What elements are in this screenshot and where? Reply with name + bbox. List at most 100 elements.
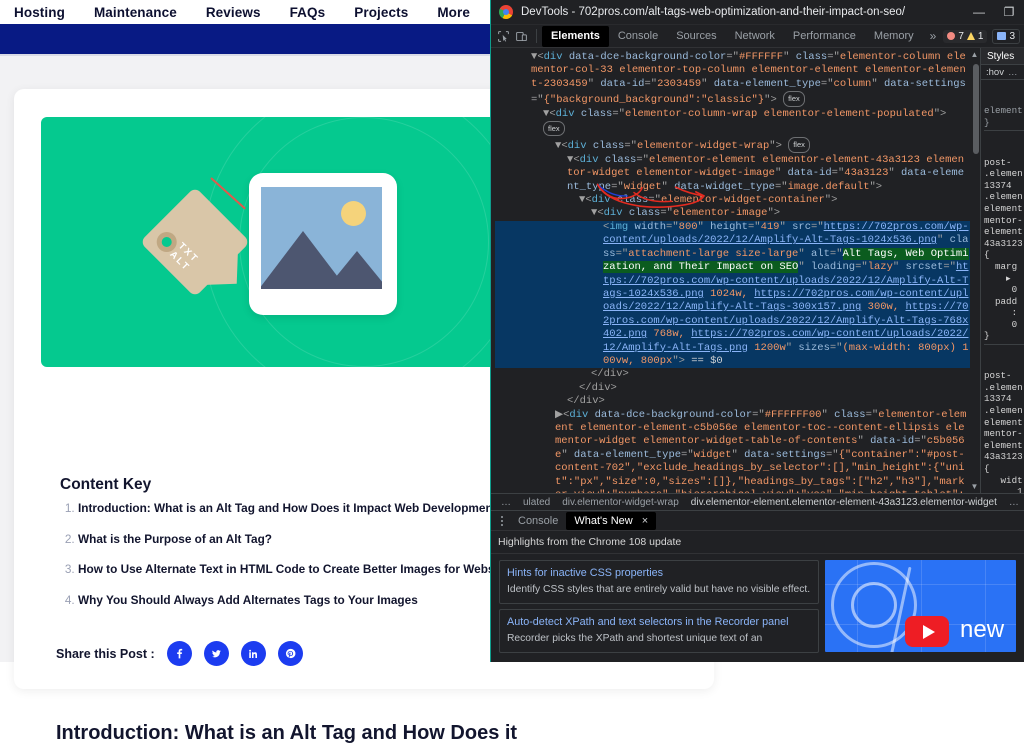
dom-tree-code[interactable]: ▼<div data-dce-background-color="#FFFFFF…: [491, 48, 980, 493]
code-token: attachment-large size-large: [628, 248, 798, 260]
dom-scrollbar[interactable]: ▲ ▼: [973, 50, 979, 491]
whats-new-card[interactable]: Auto-detect XPath and text selectors in …: [499, 609, 819, 653]
code-token: == $0: [685, 355, 723, 367]
whats-new-card[interactable]: Hints for inactive CSS properties Identi…: [499, 560, 819, 604]
code-token: ">: [825, 194, 838, 206]
dom-line[interactable]: ▼<div data-dce-background-color="#FFFFFF…: [495, 51, 970, 108]
youtube-play-icon[interactable]: [905, 616, 949, 647]
dom-line[interactable]: ▼<div class="elementor-widget-wrap"> fle…: [495, 137, 970, 153]
mountain-shape-small: [326, 251, 382, 289]
nav-item-5[interactable]: More: [437, 5, 470, 20]
breadcrumb-item[interactable]: div.elementor-widget-wrap: [556, 497, 685, 508]
maximize-button[interactable]: ❐: [994, 0, 1024, 25]
code-token: ">: [672, 355, 685, 367]
dom-tree-pane[interactable]: ▼<div data-dce-background-color="#FFFFFF…: [491, 48, 980, 493]
dom-line[interactable]: ▼<div class="elementor-widget-container"…: [495, 194, 970, 207]
code-token: data-widget_type: [668, 181, 775, 193]
code-token: 1024w,: [704, 288, 754, 300]
drawer-tab-whats-new[interactable]: What's New ×: [566, 512, 656, 530]
tab-elements[interactable]: Elements: [542, 26, 609, 47]
code-token: div: [556, 108, 575, 120]
nav-item-2[interactable]: Reviews: [206, 5, 261, 20]
linkedin-icon[interactable]: [241, 641, 266, 666]
flex-badge[interactable]: flex: [783, 91, 805, 106]
styles-pane[interactable]: Styles :hov … element.style { } post- .e…: [980, 48, 1024, 493]
code-token: widget: [694, 449, 732, 461]
twitter-icon[interactable]: [204, 641, 229, 666]
pinterest-icon[interactable]: [278, 641, 303, 666]
code-token: =": [748, 221, 761, 233]
code-token: 300w,: [861, 301, 905, 313]
error-counter[interactable]: 7 1: [943, 30, 987, 43]
styles-filter-bar: :hov …: [981, 65, 1024, 80]
whats-new-thumbnail[interactable]: new: [825, 560, 1024, 662]
video-thumbnail-image[interactable]: new: [825, 560, 1016, 652]
code-token: ">: [934, 108, 947, 120]
styles-tabbar: Styles: [981, 48, 1024, 65]
code-token: </div>: [579, 382, 617, 394]
nav-item-0[interactable]: Hosting: [14, 5, 65, 20]
card-title[interactable]: Hints for inactive CSS properties: [507, 566, 811, 581]
code-token: 768w,: [647, 328, 691, 340]
code-token: elementor-column-wrap elementor-element-…: [625, 108, 934, 120]
tab-sources[interactable]: Sources: [667, 26, 725, 47]
dom-line[interactable]: </div>: [495, 382, 970, 395]
minimize-button[interactable]: —: [964, 0, 994, 25]
flex-badge[interactable]: flex: [788, 137, 810, 152]
code-token: data-dce-background-color: [563, 51, 727, 63]
error-count: 7: [958, 31, 964, 42]
window-title: DevTools - 702pros.com/alt-tags-web-opti…: [521, 6, 964, 18]
styles-rules[interactable]: element.style { } post- .elemen 13374 .e…: [981, 80, 1024, 493]
code-token: ">: [764, 94, 777, 106]
card-title[interactable]: Auto-detect XPath and text selectors in …: [507, 615, 811, 630]
dom-line[interactable]: ▼<div class="elementor-image">: [495, 207, 970, 220]
code-token: widget: [624, 181, 662, 193]
nav-item-4[interactable]: Projects: [354, 5, 408, 20]
whats-new-body: Hints for inactive CSS properties Identi…: [491, 554, 1024, 662]
device-toolbar-icon[interactable]: [513, 26, 532, 47]
tab-network[interactable]: Network: [726, 26, 784, 47]
code-token: image.default: [788, 181, 870, 193]
code-token: alt: [805, 248, 830, 260]
scroll-down-arrow[interactable]: ▼: [970, 482, 979, 491]
code-token: img: [609, 221, 628, 233]
drawer-tab-console[interactable]: Console: [510, 512, 566, 530]
code-token: data-id: [781, 167, 831, 179]
tab-memory[interactable]: Memory: [865, 26, 923, 47]
devtools-drawer: Console What's New × Highlights from the…: [491, 510, 1024, 662]
message-counter[interactable]: 3: [992, 29, 1020, 44]
breadcrumb-item-current[interactable]: div.elementor-element.elementor-element-…: [685, 497, 1003, 508]
tab-styles[interactable]: Styles: [987, 51, 1014, 62]
tab-console[interactable]: Console: [609, 26, 667, 47]
nav-item-1[interactable]: Maintenance: [94, 5, 177, 20]
dom-line[interactable]: </div>: [495, 395, 970, 408]
flex-badge[interactable]: flex: [543, 121, 565, 136]
code-token: =": [826, 449, 839, 461]
facebook-icon[interactable]: [167, 641, 192, 666]
breadcrumb-item[interactable]: ulated: [517, 497, 556, 508]
breadcrumb-overflow-start[interactable]: …: [495, 497, 517, 508]
scroll-up-arrow[interactable]: ▲: [970, 50, 979, 59]
code-token: class: [828, 409, 866, 421]
close-icon[interactable]: ×: [642, 515, 648, 527]
dom-line[interactable]: ▼<div class="elementor-column-wrap eleme…: [495, 108, 970, 138]
tab-performance[interactable]: Performance: [784, 26, 865, 47]
nav-item-3[interactable]: FAQs: [290, 5, 326, 20]
dom-line[interactable]: ▶<div data-dce-background-color="#FFFFFF…: [495, 409, 970, 493]
hov-toggle[interactable]: :hov: [986, 67, 1004, 78]
devtools-tabbar: Elements Console Sources Network Perform…: [491, 25, 1024, 48]
drawer-menu-icon[interactable]: [494, 516, 510, 526]
more-tabs-icon[interactable]: »: [923, 29, 944, 43]
styles-more-icon[interactable]: …: [1008, 67, 1018, 78]
inspect-element-icon[interactable]: [494, 26, 513, 47]
dom-line[interactable]: ▼<div class="elementor-element elementor…: [495, 154, 970, 194]
code-token: {"background_background":"classic"}: [544, 94, 765, 106]
post-heading: Introduction: What is an Alt Tag and How…: [56, 720, 696, 746]
devtools-glyph-inner: [851, 582, 897, 628]
dom-line-selected[interactable]: <img width="800" height="419" src="https…: [495, 221, 970, 368]
breadcrumb-overflow-end[interactable]: …: [1003, 497, 1024, 508]
code-token: div: [544, 51, 563, 63]
dom-scroll-thumb[interactable]: [973, 64, 979, 154]
style-rule: post- .elemen 13374 .elemen element ment…: [984, 157, 1024, 346]
dom-line[interactable]: </div>: [495, 368, 970, 381]
